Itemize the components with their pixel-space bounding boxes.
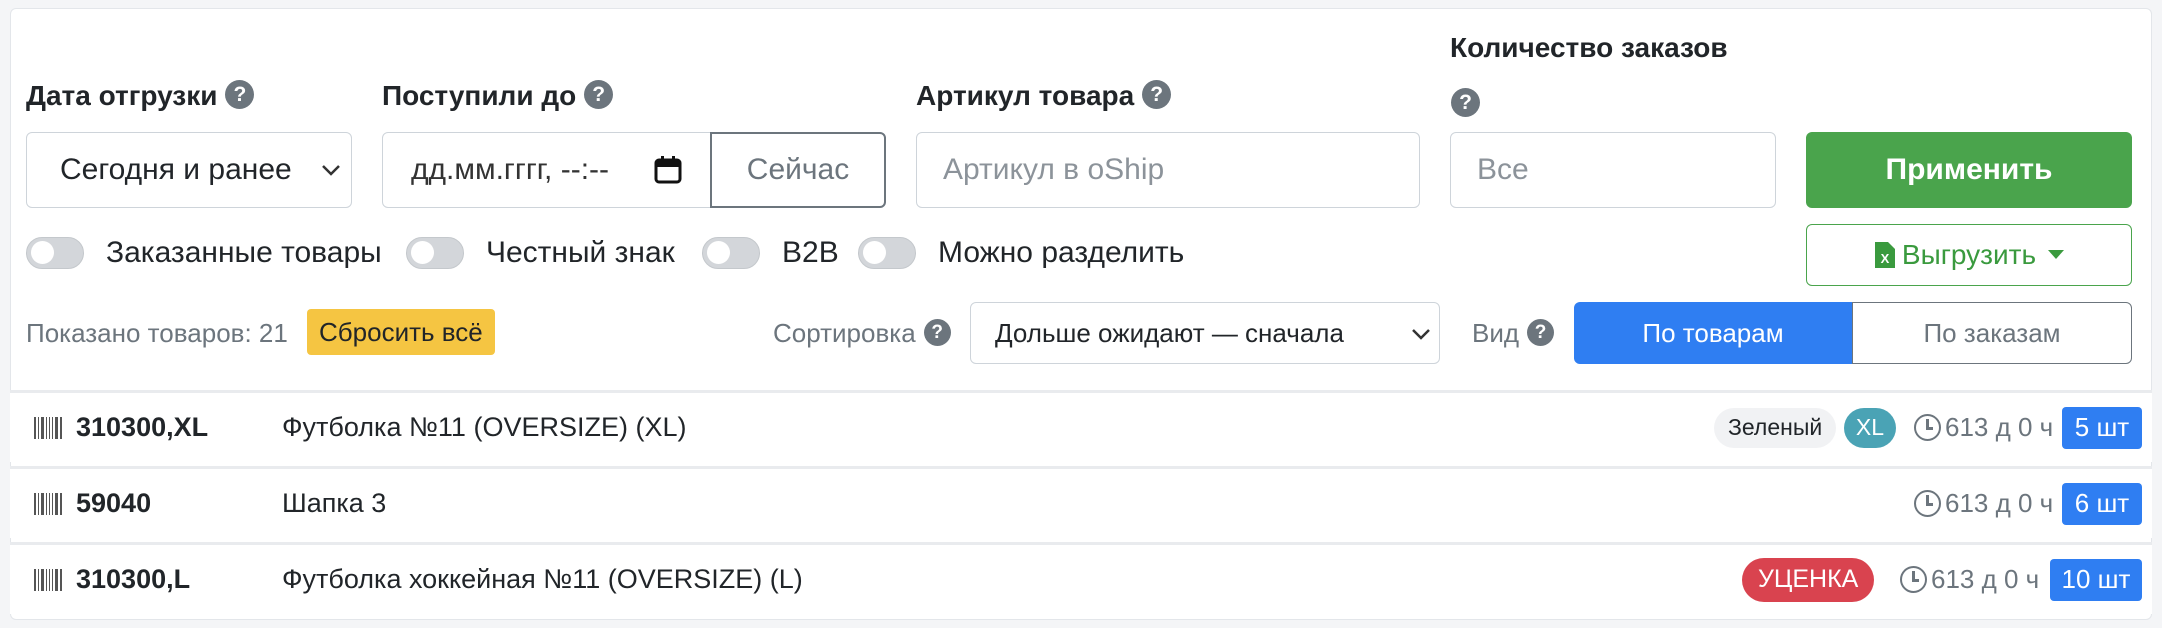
caret-down-icon	[2048, 250, 2065, 259]
discount-badge: УЦЕНКА	[1742, 557, 1875, 602]
table-row[interactable]: 310300,L Футболка хоккейная №11 (OVERSIZ…	[10, 542, 2152, 614]
clock-icon	[1914, 414, 1941, 441]
export-button[interactable]: X Выгрузить	[1806, 224, 2132, 286]
view-by-items-button[interactable]: По товарам	[1574, 302, 1852, 364]
view-label: Вид?	[1472, 318, 1555, 349]
svg-text:X: X	[1881, 251, 1890, 266]
view-by-orders-button[interactable]: По заказам	[1852, 302, 2132, 364]
orders-count-input[interactable]: Все	[1450, 132, 1776, 208]
qty-badge: 6 шт	[2062, 482, 2142, 525]
qty-badge: 10 шт	[2050, 558, 2142, 601]
wait-time: 613 д 0 ч	[1914, 488, 2053, 519]
help-icon[interactable]: ?	[584, 80, 614, 110]
table-row[interactable]: 310300,XL Футболка №11 (OVERSIZE) (XL) З…	[10, 390, 2152, 462]
sku-input[interactable]: Артикул в oShip	[916, 132, 1420, 208]
sort-select[interactable]: Дольше ожидают — сначала	[970, 302, 1440, 364]
switch[interactable]	[858, 237, 916, 269]
help-icon[interactable]: ?	[1451, 88, 1480, 117]
wait-time: 613 д 0 ч	[1900, 564, 2039, 595]
calendar-icon[interactable]	[653, 155, 683, 185]
excel-file-icon: X	[1874, 242, 1895, 268]
help-icon[interactable]: ?	[1527, 318, 1555, 346]
reset-all-button[interactable]: Сбросить всё	[307, 309, 495, 355]
table-row[interactable]: 59040 Шапка 3 613 д 0 ч 6 шт	[10, 466, 2152, 538]
received-label: Поступили до?	[382, 80, 614, 112]
ship-date-label: Дата отгрузки?	[26, 80, 255, 112]
item-sku: 310300,XL	[76, 412, 209, 442]
apply-button[interactable]: Применить	[1806, 132, 2132, 208]
item-name: Футболка хоккейная №11 (OVERSIZE) (L)	[282, 564, 803, 594]
now-button[interactable]: Сейчас	[710, 132, 886, 208]
help-icon[interactable]: ?	[923, 318, 951, 346]
item-sku: 310300,L	[76, 564, 191, 594]
barcode-icon	[34, 492, 62, 515]
items-count: Показано товаров: 21	[26, 318, 288, 348]
item-name: Футболка №11 (OVERSIZE) (XL)	[282, 412, 687, 442]
switch[interactable]	[26, 237, 84, 269]
clock-icon	[1900, 566, 1927, 593]
qty-badge: 5 шт	[2062, 406, 2142, 449]
color-badge: Зеленый	[1714, 407, 1837, 448]
sku-label: Артикул товара?	[916, 80, 1172, 112]
clock-icon	[1914, 490, 1941, 517]
toggle-chestny-znak[interactable]: Честный знак	[406, 236, 675, 270]
help-icon[interactable]: ?	[1142, 80, 1172, 110]
chevron-down-icon	[1412, 329, 1430, 340]
barcode-icon	[34, 416, 62, 439]
wait-time: 613 д 0 ч	[1914, 412, 2053, 443]
orders-count-label: Количество заказов	[1450, 32, 1728, 63]
sort-label: Сортировка?	[773, 318, 951, 349]
barcode-icon	[34, 568, 62, 591]
item-name: Шапка 3	[282, 488, 387, 518]
ship-date-select[interactable]: Сегодня и ранее	[26, 132, 352, 208]
help-icon[interactable]: ?	[225, 80, 255, 110]
received-datetime-input[interactable]: дд.мм.гггг, --:--	[382, 132, 712, 208]
item-sku: 59040	[76, 488, 152, 518]
toggle-ordered-items[interactable]: Заказанные товары	[26, 236, 382, 270]
toggle-can-split[interactable]: Можно разделить	[858, 236, 1184, 270]
size-badge: XL	[1844, 407, 1896, 448]
switch[interactable]	[702, 237, 760, 269]
chevron-down-icon	[322, 165, 340, 176]
switch[interactable]	[406, 237, 464, 269]
toggle-b2b[interactable]: B2B	[702, 236, 839, 270]
